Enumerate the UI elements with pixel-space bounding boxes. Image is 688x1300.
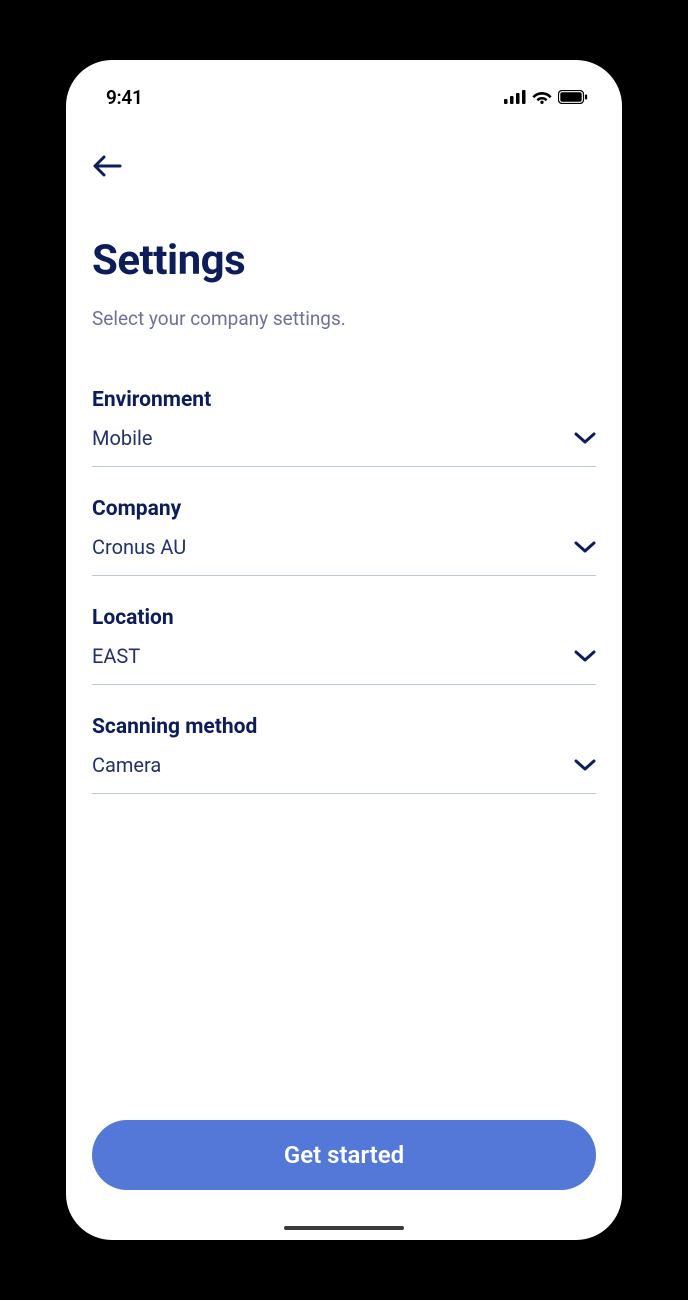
field-scanning-method: Scanning method Camera — [92, 715, 596, 794]
get-started-button[interactable]: Get started — [92, 1120, 596, 1190]
field-label: Location — [92, 606, 596, 630]
status-icons — [504, 90, 588, 104]
field-label: Environment — [92, 388, 596, 412]
chevron-down-icon — [574, 650, 596, 662]
field-select-company[interactable]: Cronus AU — [92, 535, 596, 576]
chevron-down-icon — [574, 759, 596, 771]
field-location: Location EAST — [92, 606, 596, 685]
home-indicator — [284, 1226, 404, 1230]
content: Settings Select your company settings. E… — [66, 188, 622, 1120]
arrow-left-icon — [92, 154, 122, 182]
phone-frame: 9:41 Settings Select your company settin… — [66, 60, 622, 1240]
field-label: Company — [92, 497, 596, 521]
back-button[interactable] — [92, 148, 132, 188]
page-title: Settings — [92, 236, 596, 285]
page-subtitle: Select your company settings. — [92, 307, 596, 330]
field-company: Company Cronus AU — [92, 497, 596, 576]
battery-icon — [558, 90, 588, 104]
field-value: Mobile — [92, 426, 152, 450]
status-time: 9:41 — [106, 86, 143, 109]
field-select-environment[interactable]: Mobile — [92, 426, 596, 467]
status-bar: 9:41 — [66, 70, 622, 124]
field-select-location[interactable]: EAST — [92, 644, 596, 685]
field-select-scanning-method[interactable]: Camera — [92, 753, 596, 794]
field-label: Scanning method — [92, 715, 596, 739]
nav-bar — [66, 124, 622, 188]
wifi-icon — [532, 90, 552, 104]
field-value: Camera — [92, 753, 161, 777]
fields-list: Environment Mobile Company Cronus AU — [92, 388, 596, 794]
footer: Get started — [66, 1120, 622, 1218]
field-environment: Environment Mobile — [92, 388, 596, 467]
field-value: EAST — [92, 644, 140, 668]
chevron-down-icon — [574, 432, 596, 444]
cellular-signal-icon — [504, 90, 526, 104]
chevron-down-icon — [574, 541, 596, 553]
field-value: Cronus AU — [92, 535, 186, 559]
